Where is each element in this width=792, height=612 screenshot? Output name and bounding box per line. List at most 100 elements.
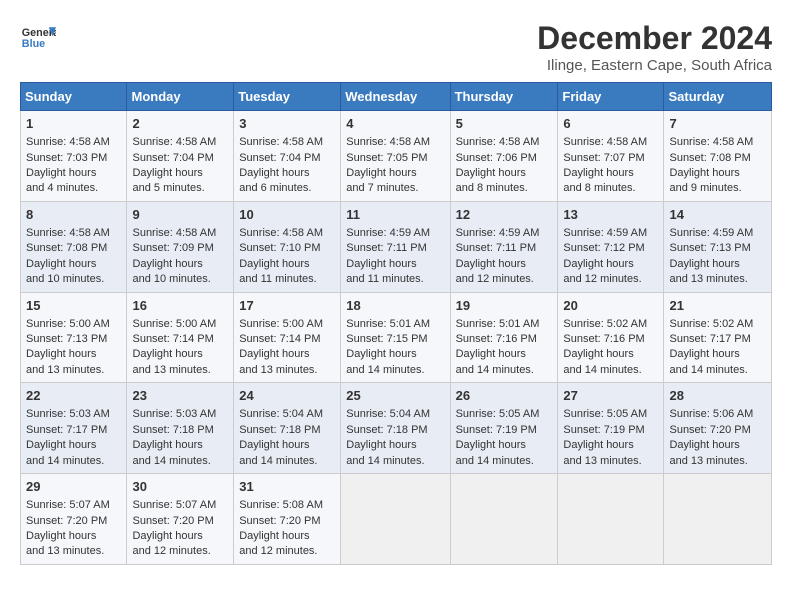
calendar-cell: 21 Sunrise: 5:02 AM Sunset: 7:17 PM Dayl… [664, 292, 772, 383]
sunrise-label: Sunrise: 5:00 AM [239, 318, 323, 330]
daylight-value: and 7 minutes. [346, 182, 418, 194]
day-number: 13 [563, 206, 658, 224]
calendar-cell: 25 Sunrise: 5:04 AM Sunset: 7:18 PM Dayl… [341, 383, 450, 474]
daylight-label: Daylight hours [456, 167, 526, 179]
daylight-value: and 8 minutes. [456, 182, 528, 194]
sunset-label: Sunset: 7:13 PM [669, 242, 750, 254]
sunrise-label: Sunrise: 5:03 AM [132, 408, 216, 420]
sunset-label: Sunset: 7:19 PM [563, 424, 644, 436]
day-number: 8 [26, 206, 121, 224]
day-number: 22 [26, 387, 121, 405]
daylight-value: and 14 minutes. [132, 455, 210, 467]
day-number: 30 [132, 478, 228, 496]
sunset-label: Sunset: 7:13 PM [26, 333, 107, 345]
daylight-label: Daylight hours [26, 439, 96, 451]
sunset-label: Sunset: 7:10 PM [239, 242, 320, 254]
sunrise-label: Sunrise: 5:01 AM [346, 318, 430, 330]
calendar-cell: 4 Sunrise: 4:58 AM Sunset: 7:05 PM Dayli… [341, 111, 450, 202]
sunrise-label: Sunrise: 4:59 AM [669, 227, 753, 239]
day-number: 27 [563, 387, 658, 405]
svg-text:Blue: Blue [22, 38, 45, 50]
sunset-label: Sunset: 7:14 PM [132, 333, 213, 345]
daylight-label: Daylight hours [669, 439, 739, 451]
daylight-value: and 12 minutes. [239, 545, 317, 557]
calendar-week-4: 22 Sunrise: 5:03 AM Sunset: 7:17 PM Dayl… [21, 383, 772, 474]
day-number: 9 [132, 206, 228, 224]
calendar-cell: 22 Sunrise: 5:03 AM Sunset: 7:17 PM Dayl… [21, 383, 127, 474]
sunrise-label: Sunrise: 4:59 AM [346, 227, 430, 239]
daylight-label: Daylight hours [239, 167, 309, 179]
daylight-value: and 13 minutes. [563, 455, 641, 467]
sunrise-label: Sunrise: 5:02 AM [669, 318, 753, 330]
sunrise-label: Sunrise: 5:07 AM [132, 499, 216, 511]
calendar-cell: 17 Sunrise: 5:00 AM Sunset: 7:14 PM Dayl… [234, 292, 341, 383]
calendar-cell [558, 474, 664, 565]
daylight-value: and 14 minutes. [456, 455, 534, 467]
day-number: 2 [132, 115, 228, 133]
sunrise-label: Sunrise: 5:08 AM [239, 499, 323, 511]
sunrise-label: Sunrise: 5:00 AM [26, 318, 110, 330]
day-number: 15 [26, 297, 121, 315]
daylight-label: Daylight hours [669, 348, 739, 360]
daylight-value: and 6 minutes. [239, 182, 311, 194]
daylight-value: and 8 minutes. [563, 182, 635, 194]
daylight-label: Daylight hours [563, 348, 633, 360]
sunset-label: Sunset: 7:03 PM [26, 152, 107, 164]
daylight-value: and 10 minutes. [26, 273, 104, 285]
calendar-cell: 3 Sunrise: 4:58 AM Sunset: 7:04 PM Dayli… [234, 111, 341, 202]
calendar-cell: 31 Sunrise: 5:08 AM Sunset: 7:20 PM Dayl… [234, 474, 341, 565]
daylight-value: and 13 minutes. [132, 364, 210, 376]
sunset-label: Sunset: 7:15 PM [346, 333, 427, 345]
calendar-week-3: 15 Sunrise: 5:00 AM Sunset: 7:13 PM Dayl… [21, 292, 772, 383]
calendar-table: SundayMondayTuesdayWednesdayThursdayFrid… [20, 82, 772, 565]
calendar-cell: 1 Sunrise: 4:58 AM Sunset: 7:03 PM Dayli… [21, 111, 127, 202]
sunrise-label: Sunrise: 5:04 AM [346, 408, 430, 420]
calendar-cell: 28 Sunrise: 5:06 AM Sunset: 7:20 PM Dayl… [664, 383, 772, 474]
sunset-label: Sunset: 7:16 PM [563, 333, 644, 345]
sunrise-label: Sunrise: 5:05 AM [456, 408, 540, 420]
sunset-label: Sunset: 7:16 PM [456, 333, 537, 345]
page-subtitle: Ilinge, Eastern Cape, South Africa [537, 57, 772, 74]
sunrise-label: Sunrise: 5:03 AM [26, 408, 110, 420]
logo-icon: General Blue [20, 20, 56, 56]
daylight-value: and 14 minutes. [26, 455, 104, 467]
calendar-week-5: 29 Sunrise: 5:07 AM Sunset: 7:20 PM Dayl… [21, 474, 772, 565]
daylight-value: and 13 minutes. [669, 273, 747, 285]
day-number: 25 [346, 387, 444, 405]
daylight-label: Daylight hours [132, 530, 202, 542]
sunrise-label: Sunrise: 5:00 AM [132, 318, 216, 330]
daylight-value: and 14 minutes. [346, 455, 424, 467]
weekday-header-wednesday: Wednesday [341, 83, 450, 111]
calendar-cell: 6 Sunrise: 4:58 AM Sunset: 7:07 PM Dayli… [558, 111, 664, 202]
sunset-label: Sunset: 7:04 PM [132, 152, 213, 164]
calendar-cell [450, 474, 558, 565]
calendar-cell [664, 474, 772, 565]
day-number: 3 [239, 115, 335, 133]
sunset-label: Sunset: 7:07 PM [563, 152, 644, 164]
sunset-label: Sunset: 7:18 PM [346, 424, 427, 436]
calendar-cell: 5 Sunrise: 4:58 AM Sunset: 7:06 PM Dayli… [450, 111, 558, 202]
sunset-label: Sunset: 7:20 PM [669, 424, 750, 436]
sunrise-label: Sunrise: 5:07 AM [26, 499, 110, 511]
day-number: 19 [456, 297, 553, 315]
sunrise-label: Sunrise: 4:58 AM [26, 136, 110, 148]
weekday-header-saturday: Saturday [664, 83, 772, 111]
daylight-label: Daylight hours [346, 348, 416, 360]
calendar-cell: 26 Sunrise: 5:05 AM Sunset: 7:19 PM Dayl… [450, 383, 558, 474]
page-header: General Blue December 2024 Ilinge, Easte… [20, 20, 772, 74]
day-number: 17 [239, 297, 335, 315]
daylight-value: and 14 minutes. [346, 364, 424, 376]
calendar-cell: 30 Sunrise: 5:07 AM Sunset: 7:20 PM Dayl… [127, 474, 234, 565]
day-number: 10 [239, 206, 335, 224]
daylight-value: and 13 minutes. [669, 455, 747, 467]
sunset-label: Sunset: 7:08 PM [669, 152, 750, 164]
calendar-cell: 18 Sunrise: 5:01 AM Sunset: 7:15 PM Dayl… [341, 292, 450, 383]
daylight-label: Daylight hours [132, 348, 202, 360]
day-number: 11 [346, 206, 444, 224]
daylight-label: Daylight hours [669, 258, 739, 270]
sunset-label: Sunset: 7:17 PM [26, 424, 107, 436]
daylight-label: Daylight hours [26, 348, 96, 360]
daylight-label: Daylight hours [26, 167, 96, 179]
sunrise-label: Sunrise: 5:02 AM [563, 318, 647, 330]
sunrise-label: Sunrise: 4:58 AM [132, 227, 216, 239]
